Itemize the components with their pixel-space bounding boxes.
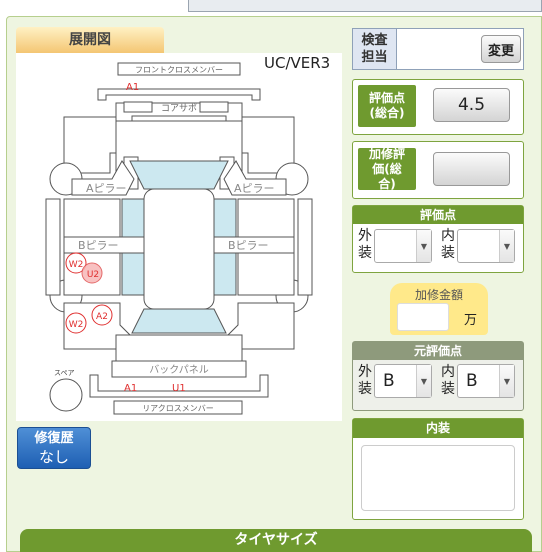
- b-pillar-right[interactable]: Bピラー: [213, 236, 295, 254]
- eval-exterior-select[interactable]: ▼: [374, 229, 432, 263]
- svg-text:Aピラー: Aピラー: [234, 182, 275, 195]
- chevron-down-icon: ▼: [416, 365, 431, 397]
- right-front-glass[interactable]: [213, 198, 237, 238]
- svg-text:Aピラー: Aピラー: [86, 182, 127, 195]
- left-front-glass[interactable]: [121, 198, 145, 238]
- left-rear-glass[interactable]: [121, 252, 145, 296]
- svg-text:リアクロスメンバー: リアクロスメンバー: [142, 404, 214, 413]
- front-cross-label: フロントクロスメンバー: [135, 66, 223, 75]
- svg-text:W2: W2: [69, 320, 84, 330]
- repair-score-label: 加修評価(総合): [358, 147, 416, 191]
- repair-amount-unit: 万: [464, 313, 478, 328]
- windshield[interactable]: [129, 160, 229, 190]
- repair-history-button[interactable]: 修復歴 なし: [17, 427, 91, 469]
- rear-glass[interactable]: [131, 308, 227, 334]
- svg-text:Bピラー: Bピラー: [228, 239, 269, 252]
- interior-box: 内装: [352, 418, 524, 520]
- core-support[interactable]: コアサポ: [115, 101, 243, 122]
- diagram-tab[interactable]: 展開図: [16, 27, 164, 53]
- svg-text:W2: W2: [69, 260, 84, 270]
- original-interior-label: 内装: [441, 364, 455, 397]
- original-interior-select[interactable]: B ▼: [457, 364, 515, 398]
- damage-mark-u1: U1: [172, 383, 186, 394]
- eval-exterior-label: 外装: [358, 228, 372, 261]
- inspector-change-button[interactable]: 変更: [481, 35, 521, 63]
- damage-mark-u2[interactable]: U2: [81, 262, 103, 284]
- repair-history-value: なし: [38, 448, 69, 466]
- interior-textarea[interactable]: [361, 445, 515, 511]
- car-diagram: フロントクロスメンバー A1 コアサポ Aピラー Aピラー Bピラー Bピラー …: [16, 53, 342, 421]
- repair-amount-title: 加修金額: [414, 288, 463, 302]
- back-panel[interactable]: バックパネル: [111, 360, 247, 378]
- b-pillar-left[interactable]: Bピラー: [63, 236, 145, 254]
- right-rear-door[interactable]: [237, 252, 295, 296]
- front-cross-member[interactable]: フロントクロスメンバー: [117, 62, 241, 76]
- right-front-door[interactable]: [237, 198, 295, 238]
- score-label: 評価点(総合): [358, 85, 416, 127]
- svg-text:U2: U2: [87, 270, 99, 280]
- repair-history-label: 修復歴: [34, 431, 74, 446]
- eval-interior-label: 内装: [441, 228, 455, 261]
- interior-title: 内装: [353, 419, 523, 438]
- damage-mark-a1-front: A1: [126, 82, 139, 93]
- eval-interior-select[interactable]: ▼: [457, 229, 515, 263]
- svg-text:Bピラー: Bピラー: [78, 239, 119, 252]
- spare-tire[interactable]: [49, 378, 83, 412]
- original-exterior-label: 外装: [358, 364, 372, 397]
- chevron-down-icon: ▼: [499, 365, 514, 397]
- svg-text:バックパネル: バックパネル: [149, 364, 209, 376]
- chevron-down-icon: ▼: [499, 230, 514, 262]
- repair-amount-input[interactable]: [397, 303, 449, 331]
- original-points-title: 元評価点: [353, 342, 523, 360]
- inspector-label: 検査担当: [353, 29, 397, 69]
- repair-score-button[interactable]: [433, 152, 510, 186]
- right-rear-glass[interactable]: [213, 252, 237, 296]
- top-frame-edge: [188, 0, 542, 12]
- original-exterior-select[interactable]: B ▼: [374, 364, 432, 398]
- damage-mark-a1-rear: A1: [124, 383, 137, 394]
- front-bumper[interactable]: [97, 88, 261, 101]
- trunk-lid[interactable]: [115, 334, 243, 362]
- diagram-version: UC/VER3: [264, 54, 331, 72]
- spare-label: スペア: [54, 369, 75, 377]
- damage-mark-a2[interactable]: A2: [91, 304, 113, 326]
- rear-cross-member[interactable]: リアクロスメンバー: [113, 400, 243, 415]
- roof[interactable]: [143, 188, 215, 310]
- left-front-door[interactable]: [63, 198, 121, 238]
- eval-points-title: 評価点: [353, 206, 523, 224]
- chevron-down-icon: ▼: [416, 230, 431, 262]
- core-support-label: コアサポ: [161, 103, 197, 114]
- right-rocker[interactable]: [297, 198, 313, 296]
- inspector-row: 検査担当 変更: [352, 28, 524, 70]
- left-rocker[interactable]: [45, 198, 61, 296]
- svg-text:A2: A2: [96, 312, 108, 322]
- damage-mark-w2-lower[interactable]: W2: [65, 312, 87, 334]
- score-value-button[interactable]: 4.5: [433, 88, 510, 122]
- tire-size-header: タイヤサイズ: [20, 529, 532, 552]
